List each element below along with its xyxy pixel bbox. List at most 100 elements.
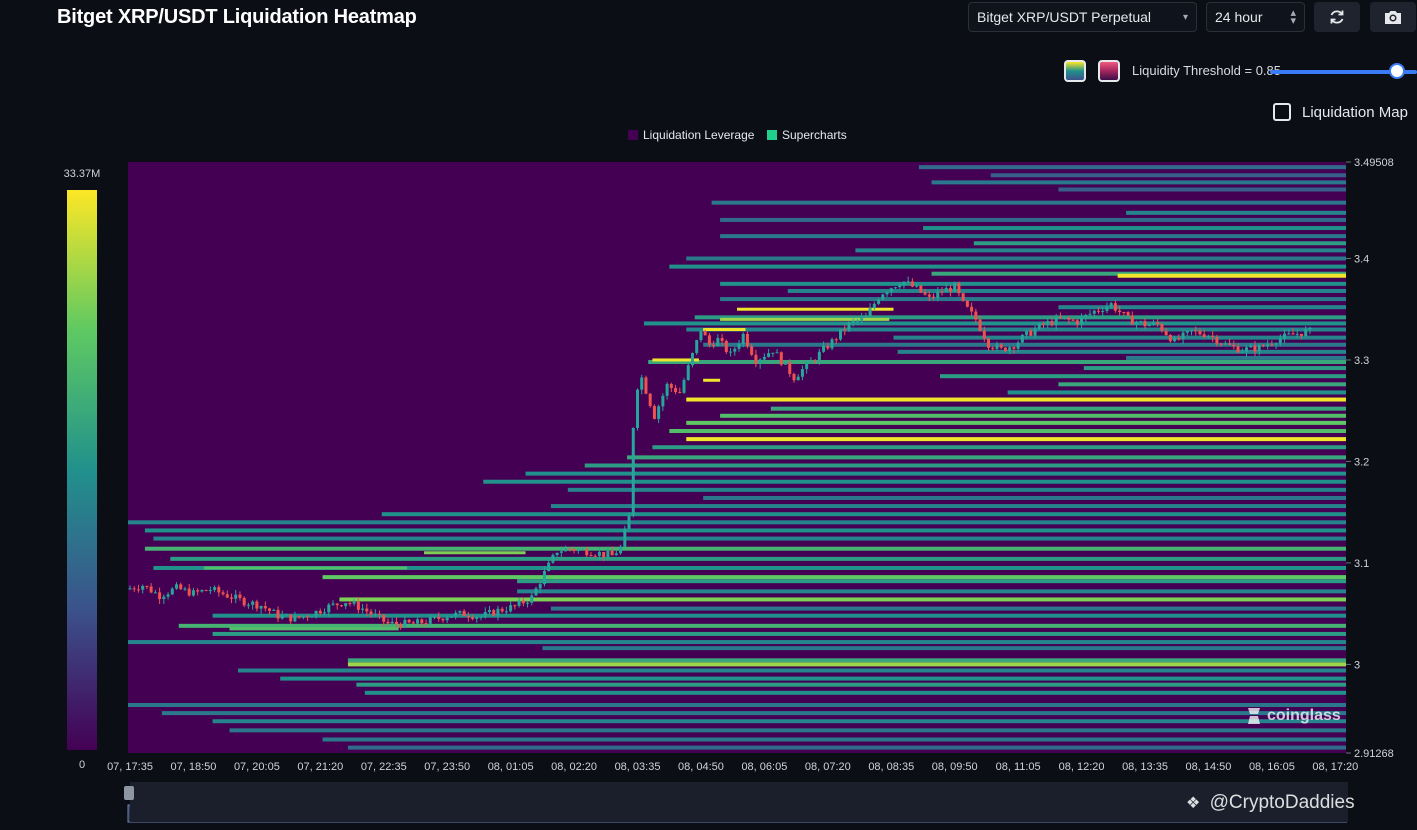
candle-body xyxy=(576,549,580,551)
liquidation-band xyxy=(542,646,1346,651)
candle-body xyxy=(957,282,961,294)
x-tick-label: 08, 11:05 xyxy=(996,761,1041,773)
candle-body xyxy=(665,383,669,396)
legend-label: Supercharts xyxy=(782,128,847,142)
candle-body xyxy=(982,330,986,339)
candle-body xyxy=(741,333,745,345)
candle-body xyxy=(517,600,521,606)
candle-body xyxy=(948,287,952,292)
candle-body xyxy=(809,360,813,363)
candle-body xyxy=(572,549,576,551)
candle-body xyxy=(915,285,919,287)
candle-body xyxy=(479,616,483,618)
candle-body xyxy=(272,609,276,611)
y-tick-label: 2.91268 xyxy=(1354,748,1394,760)
candle-body xyxy=(619,546,623,554)
liquidation-band xyxy=(703,328,746,332)
x-tick-label: 08, 06:05 xyxy=(741,761,787,773)
candle-body xyxy=(128,588,132,590)
liquidation-band xyxy=(364,690,1346,695)
candle-body xyxy=(141,585,145,590)
candle-body xyxy=(1270,344,1274,346)
candle-body xyxy=(1257,345,1261,352)
x-tick-label: 08, 17:20 xyxy=(1312,761,1358,773)
candle-body xyxy=(335,603,339,606)
x-tick-label: 07, 23:50 xyxy=(424,761,470,773)
candle-body xyxy=(970,306,974,312)
candle-body xyxy=(1173,337,1177,342)
candle-body xyxy=(1088,313,1092,315)
candle-body xyxy=(999,344,1003,348)
candle-body xyxy=(910,281,914,287)
x-tick-label: 08, 03:35 xyxy=(615,761,661,773)
liquidation-band xyxy=(973,241,1346,246)
candle-body xyxy=(1118,310,1122,313)
range-select[interactable]: 24 hour ▴ ▾ xyxy=(1206,2,1305,32)
candle-body xyxy=(382,614,386,622)
candle-body xyxy=(690,353,694,366)
candle-body xyxy=(729,351,733,353)
legend-item-supercharts[interactable]: Supercharts xyxy=(767,128,847,142)
candle-body xyxy=(593,555,597,557)
candle-body xyxy=(991,347,995,349)
navigator-handle[interactable] xyxy=(124,786,134,800)
candle-body xyxy=(800,369,804,377)
candle-body xyxy=(238,594,242,598)
candle-body xyxy=(399,624,403,628)
y-axis: 3.49508 3.4 3.3 3.2 3.1 3 2.91268 xyxy=(1346,157,1394,760)
candle-body xyxy=(187,588,191,596)
pair-select[interactable]: Bitget XRP/USDT Perpetual ▾ xyxy=(968,2,1197,32)
magma-colorscheme-swatch[interactable] xyxy=(1098,60,1120,82)
candle-body xyxy=(669,383,673,388)
candle-body xyxy=(378,613,382,615)
candle-body xyxy=(1037,323,1041,329)
candle-body xyxy=(606,550,610,557)
candle-body xyxy=(251,601,255,605)
candle-body xyxy=(213,587,217,591)
liquidation-map-checkbox[interactable] xyxy=(1273,103,1291,121)
candle-body xyxy=(1295,333,1299,335)
liquidation-band xyxy=(424,551,526,555)
liquidation-band xyxy=(711,200,1346,205)
x-tick-label: 07, 17:35 xyxy=(107,761,153,773)
candle-body xyxy=(1223,343,1227,345)
colorbar xyxy=(67,190,97,750)
candle-body xyxy=(674,387,678,393)
legend-label: Liquidation Leverage xyxy=(643,128,755,142)
candle-body xyxy=(940,291,944,293)
time-navigator[interactable] xyxy=(124,782,1348,822)
liquidation-band xyxy=(1058,382,1346,387)
candle-body xyxy=(898,285,902,288)
candle-body xyxy=(323,612,327,614)
x-tick-label: 08, 09:50 xyxy=(932,761,978,773)
candle-body xyxy=(496,608,500,616)
candle-body xyxy=(1008,347,1012,352)
candle-body xyxy=(369,611,373,615)
candle-body xyxy=(411,622,415,624)
candle-body xyxy=(1190,330,1194,332)
liquidation-band xyxy=(686,397,1346,402)
candle-body xyxy=(678,392,682,394)
candle-body xyxy=(834,339,838,341)
refresh-button[interactable] xyxy=(1314,2,1360,32)
x-tick-label: 08, 07:20 xyxy=(805,761,851,773)
liquidation-band xyxy=(855,248,1346,253)
candle-body xyxy=(707,335,711,345)
viridis-colorscheme-swatch[interactable] xyxy=(1064,60,1086,82)
candle-body xyxy=(1067,317,1071,320)
candle-body xyxy=(1215,337,1219,344)
liquidation-band xyxy=(347,658,1346,663)
candle-body xyxy=(268,608,272,611)
legend-item-leverage[interactable]: Liquidation Leverage xyxy=(628,128,754,142)
liquidation-band xyxy=(229,728,1346,733)
candle-body xyxy=(636,389,639,428)
x-tick-label: 08, 02:20 xyxy=(551,761,597,773)
candle-body xyxy=(699,331,703,341)
candle-body xyxy=(538,584,542,589)
candle-body xyxy=(445,617,449,621)
candle-body xyxy=(1050,321,1054,326)
screenshot-button[interactable] xyxy=(1370,2,1416,32)
candle-body xyxy=(289,614,293,622)
candle-body xyxy=(758,359,762,364)
threshold-slider-handle[interactable] xyxy=(1389,63,1405,79)
